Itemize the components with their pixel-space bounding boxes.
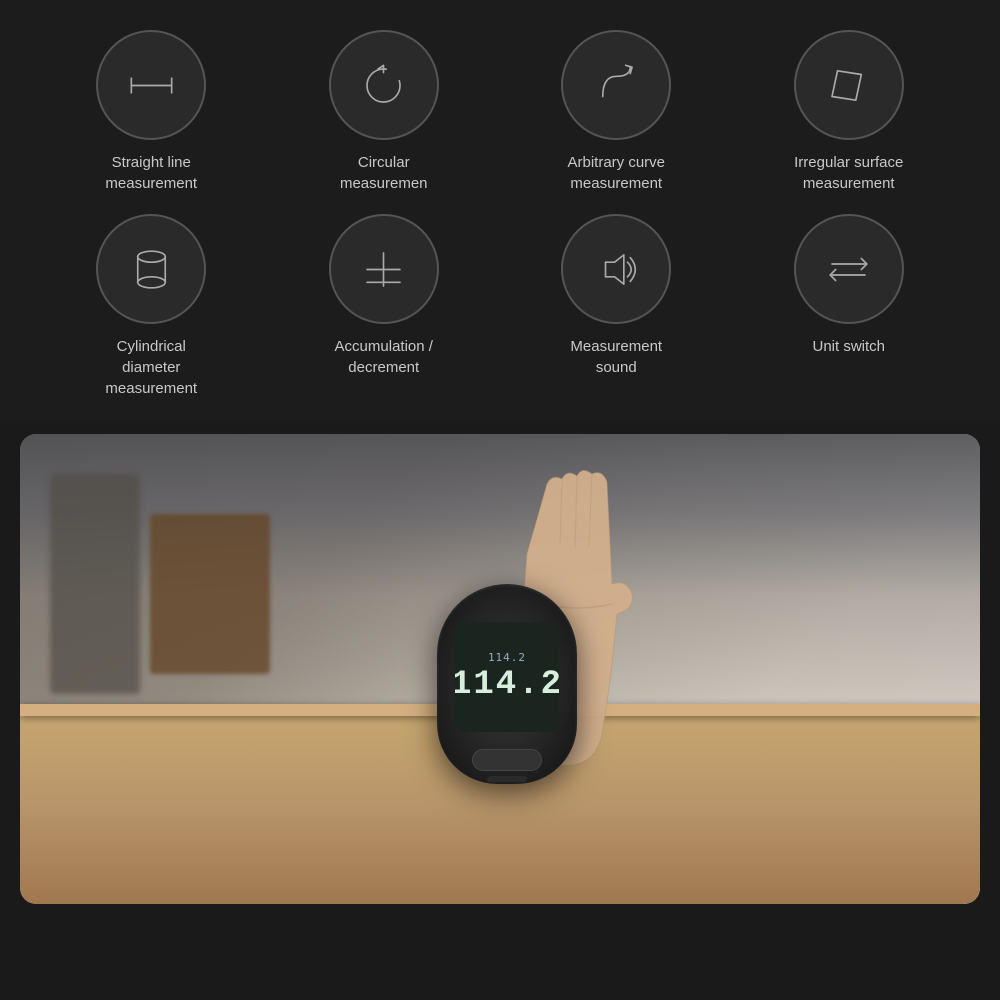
sound-circle <box>561 214 671 324</box>
arbitrary-curve-icon <box>589 58 644 113</box>
circular-label: Circularmeasuremen <box>340 152 428 194</box>
cylindrical-icon <box>124 242 179 297</box>
unit-switch-label: Unit switch <box>812 336 885 357</box>
device-body: 114.2 114.2 <box>437 584 577 784</box>
feature-irregular-surface: Irregular surfacemeasurement <box>738 30 961 194</box>
feature-circular: Circularmeasuremen <box>273 30 496 194</box>
cylindrical-circle <box>96 214 206 324</box>
feature-arbitrary-curve: Arbitrary curvemeasurement <box>505 30 728 194</box>
irregular-surface-circle <box>794 30 904 140</box>
arbitrary-curve-circle <box>561 30 671 140</box>
feature-accumulation: Accumulation /decrement <box>273 214 496 399</box>
screen-main-display: 114.2 <box>455 666 559 704</box>
photo-area: 114.2 114.2 <box>20 434 980 904</box>
circular-icon <box>356 58 411 113</box>
accumulation-circle <box>329 214 439 324</box>
unit-switch-circle <box>794 214 904 324</box>
straight-line-label: Straight linemeasurement <box>105 152 197 194</box>
irregular-surface-icon <box>821 58 876 113</box>
arbitrary-curve-label: Arbitrary curvemeasurement <box>567 152 665 194</box>
circular-circle <box>329 30 439 140</box>
device: 114.2 114.2 <box>437 584 577 784</box>
unit-switch-icon <box>821 242 876 297</box>
feature-cylindrical: Cylindricaldiametermeasurement <box>40 214 263 399</box>
device-indicator <box>487 776 527 782</box>
top-section: Straight linemeasurement Circularmeasure… <box>0 0 1000 419</box>
feature-sound: Measurementsound <box>505 214 728 399</box>
cylindrical-label: Cylindricaldiametermeasurement <box>105 336 197 399</box>
sound-label: Measurementsound <box>570 336 662 378</box>
sound-icon <box>589 242 644 297</box>
device-button[interactable] <box>472 749 542 771</box>
bottom-section: 114.2 114.2 <box>20 434 980 904</box>
feature-straight-line: Straight linemeasurement <box>40 30 263 194</box>
straight-line-icon <box>124 58 179 113</box>
straight-line-circle <box>96 30 206 140</box>
irregular-surface-label: Irregular surfacemeasurement <box>794 152 903 194</box>
device-screen: 114.2 114.2 <box>455 622 559 732</box>
accumulation-icon <box>356 242 411 297</box>
bg-box <box>150 514 270 674</box>
accumulation-label: Accumulation /decrement <box>335 336 433 378</box>
screen-small-display: 114.2 <box>488 651 526 664</box>
feature-unit-switch: Unit switch <box>738 214 961 399</box>
bg-vase <box>50 474 140 694</box>
